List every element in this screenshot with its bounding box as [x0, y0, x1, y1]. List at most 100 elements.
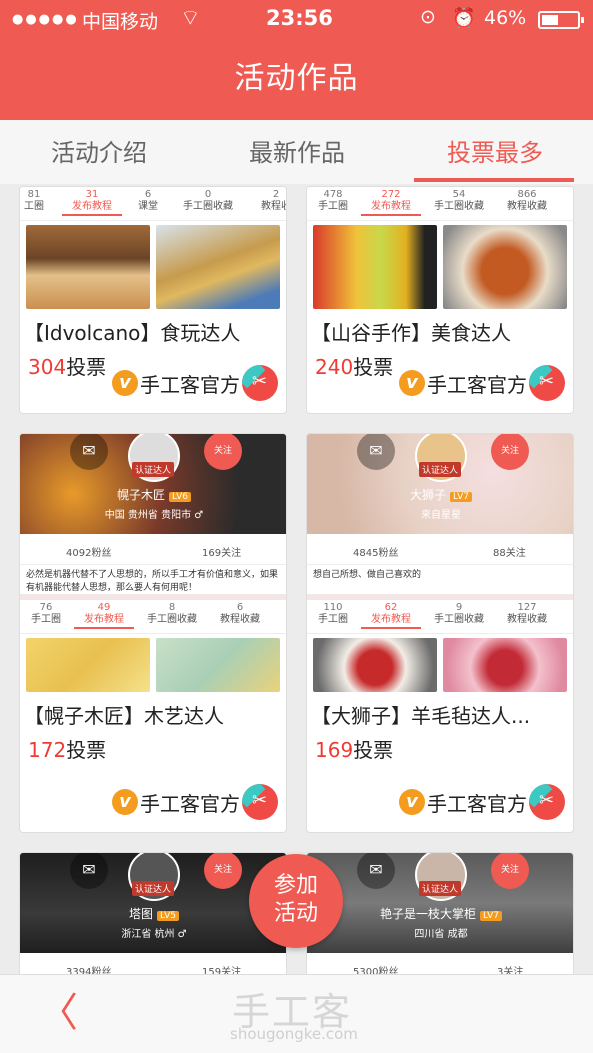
- work-thumbnail[interactable]: [26, 225, 150, 309]
- work-thumbnail[interactable]: [443, 225, 567, 309]
- profile-name: 幌子木匠 LV6: [20, 486, 286, 503]
- work-title[interactable]: 【山谷手作】美食达人: [307, 311, 573, 345]
- profile-banner: ✉ 认证达人 关注 塔图 LV5 浙江省 杭州 ♂: [20, 853, 286, 953]
- follow-button[interactable]: 关注: [204, 434, 242, 470]
- wifi-icon: ⌔: [180, 6, 201, 31]
- follow-button[interactable]: 关注: [491, 853, 529, 889]
- scissors-icon: ✂: [242, 365, 278, 401]
- author-name: 手工客官方: [427, 372, 527, 397]
- join-activity-button[interactable]: 参加 活动: [249, 854, 343, 948]
- work-title[interactable]: 【大狮子】羊毛毡达人...: [307, 694, 573, 728]
- stats-row: 110 手工圈 62 发布教程 9 手工圈收藏 127 教程收藏: [307, 600, 573, 634]
- mail-icon[interactable]: ✉: [70, 853, 108, 889]
- work-title[interactable]: 【幌子木匠】木艺达人: [20, 694, 286, 728]
- following-count: 159关注: [202, 967, 242, 974]
- author-info[interactable]: v 手工客官方 ✂: [112, 365, 278, 401]
- mail-icon[interactable]: ✉: [70, 434, 108, 470]
- work-card[interactable]: 81工圈 31发布教程 6课堂 0手工圈收藏 2教程收 【Idvolcano】食…: [19, 186, 287, 414]
- scissors-icon: ✂: [242, 784, 278, 820]
- follow-button[interactable]: 关注: [491, 434, 529, 470]
- profile-location: 中国 贵州省 贵阳市 ♂: [104, 510, 204, 521]
- profile-bio: 想自己所想、做自己喜欢的: [307, 564, 573, 600]
- profile-stats: 5300粉丝 3关注: [307, 953, 573, 974]
- v-logo-icon: v: [399, 789, 425, 815]
- stat-item: 2教程收: [261, 189, 286, 212]
- author-info[interactable]: v 手工客官方 ✂: [399, 784, 565, 820]
- stat-item: 6 教程收藏: [220, 602, 260, 625]
- work-thumbnail[interactable]: [26, 638, 150, 692]
- author-info[interactable]: v 手工客官方 ✂: [112, 784, 278, 820]
- profile-location: 四川省 成都: [414, 929, 468, 940]
- stat-item: 76 手工圈: [31, 602, 61, 625]
- scissors-icon: ✂: [529, 365, 565, 401]
- work-thumbnail[interactable]: [313, 638, 437, 692]
- stat-item: 127 教程收藏: [507, 602, 547, 625]
- v-logo-icon: v: [399, 370, 425, 396]
- fans-count: 4092粉丝: [66, 548, 112, 559]
- profile-bio: 必然是机器代替不了人思想的，所以手工才有价值和意义，如果有机器能代替人思想，那么…: [20, 564, 286, 600]
- scissors-icon: ✂: [529, 784, 565, 820]
- profile-banner: ✉ 认证达人 关注 大狮子 LV7 来自星星: [307, 434, 573, 534]
- stat-item: 62 发布教程: [361, 602, 421, 629]
- profile-location: 浙江省 杭州 ♂: [121, 929, 187, 940]
- tab-latest[interactable]: 最新作品: [198, 120, 396, 186]
- work-card[interactable]: ✉ 认证达人 关注 艳子是一枝大掌柜 LV7 四川省 成都 5300粉丝 3关注: [306, 852, 574, 974]
- author-name: 手工客官方: [427, 791, 527, 816]
- watermark-url: shougongke.com: [230, 1025, 358, 1043]
- profile-banner: ✉ 认证达人 关注 幌子木匠 LV6 中国 贵州省 贵阳市 ♂: [20, 434, 286, 534]
- author-info[interactable]: v 手工客官方 ✂: [399, 365, 565, 401]
- profile-location: 来自星星: [421, 510, 461, 521]
- work-card[interactable]: ✉ 认证达人 关注 塔图 LV5 浙江省 杭州 ♂ 3394粉丝 159关注: [19, 852, 287, 974]
- tab-bar: 活动介绍 最新作品 投票最多: [0, 120, 593, 186]
- stat-item: 81 工圈: [24, 189, 44, 212]
- fans-count: 3394粉丝: [66, 967, 112, 974]
- stats-row: 478 手工圈 272 发布教程 54 手工圈收藏 866 教程收藏: [307, 187, 573, 221]
- profile-banner: ✉ 认证达人 关注 艳子是一枝大掌柜 LV7 四川省 成都: [307, 853, 573, 953]
- stat-item: 110 手工圈: [318, 602, 348, 625]
- mail-icon[interactable]: ✉: [357, 434, 395, 470]
- tab-most-votes[interactable]: 投票最多: [396, 120, 593, 186]
- following-count: 88关注: [493, 548, 526, 559]
- vote-count: 172投票: [28, 738, 107, 762]
- work-thumbnail[interactable]: [443, 638, 567, 692]
- carrier-label: 中国移动: [82, 11, 159, 33]
- mail-icon[interactable]: ✉: [357, 853, 395, 889]
- stat-item: 8 手工圈收藏: [147, 602, 197, 625]
- verified-badge: 认证达人: [132, 881, 175, 896]
- stat-item: 9 手工圈收藏: [434, 602, 484, 625]
- stat-item: 272 发布教程: [361, 189, 421, 216]
- tab-intro[interactable]: 活动介绍: [0, 120, 198, 186]
- work-thumbnail[interactable]: [313, 225, 437, 309]
- work-title[interactable]: 【Idvolcano】食玩达人: [20, 311, 286, 345]
- work-thumbnail[interactable]: [156, 638, 280, 692]
- join-activity-label-1: 参加: [273, 873, 318, 898]
- author-name: 手工客官方: [140, 791, 240, 816]
- join-activity-label-2: 活动: [273, 901, 318, 926]
- work-thumbnail[interactable]: [156, 225, 280, 309]
- battery-percent: 46%: [484, 7, 527, 29]
- stat-item: 0 手工圈收藏: [183, 189, 233, 212]
- verified-badge: 认证达人: [419, 881, 462, 896]
- profile-name: 塔图 LV5: [20, 905, 286, 922]
- battery-icon: [538, 11, 584, 29]
- verified-badge: 认证达人: [419, 462, 462, 477]
- follow-button[interactable]: 关注: [204, 853, 242, 889]
- status-bar: ●●●●● 中国移动 ⌔ 23:56 ⊙ ⏰ 46%: [0, 0, 593, 40]
- following-count: 169关注: [202, 548, 242, 559]
- stat-item: 49 发布教程: [74, 602, 134, 629]
- rotation-lock-icon: ⊙: [420, 6, 436, 28]
- work-card[interactable]: ✉ 认证达人 关注 幌子木匠 LV6 中国 贵州省 贵阳市 ♂ 4092粉丝 16…: [19, 433, 287, 833]
- vote-count: 169投票: [315, 738, 394, 762]
- profile-stats: 4845粉丝 88关注: [307, 534, 573, 564]
- back-arrow-icon[interactable]: 〈: [38, 993, 78, 1033]
- author-name: 手工客官方: [140, 372, 240, 397]
- v-logo-icon: v: [112, 370, 138, 396]
- stats-row: 81工圈 31发布教程 6课堂 0手工圈收藏 2教程收: [20, 187, 286, 221]
- profile-name: 艳子是一枝大掌柜 LV7: [307, 905, 573, 922]
- fans-count: 5300粉丝: [353, 967, 399, 974]
- stat-item: 54 手工圈收藏: [434, 189, 484, 212]
- work-card[interactable]: 478 手工圈 272 发布教程 54 手工圈收藏 866 教程收藏 【山谷手作】美食达…: [306, 186, 574, 414]
- stat-item: 6 课堂: [138, 189, 158, 212]
- stat-item: 866 教程收藏: [507, 189, 547, 212]
- work-card[interactable]: ✉ 认证达人 关注 大狮子 LV7 来自星星 4845粉丝 88关注 想自己所想、…: [306, 433, 574, 833]
